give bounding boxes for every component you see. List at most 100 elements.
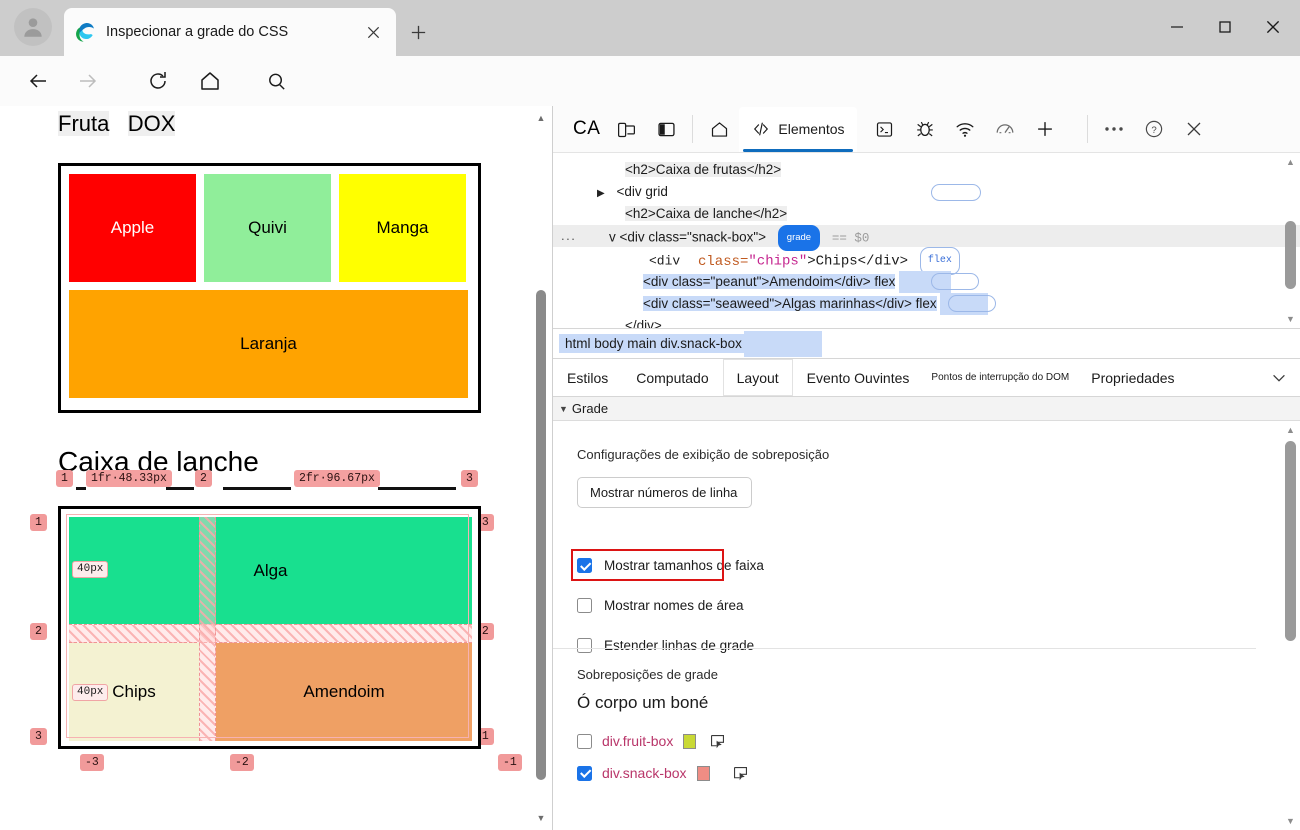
dom-row-attr-name: class= xyxy=(698,254,748,270)
overlay-row-snack-box[interactable]: div.snack-box xyxy=(577,763,752,783)
window-close-button[interactable] xyxy=(1251,10,1295,44)
layout-pane-scrollbar-thumb[interactable] xyxy=(1285,441,1296,641)
search-button[interactable] xyxy=(258,63,294,99)
sidebar-tabs-overflow-button[interactable] xyxy=(1258,359,1300,396)
overlay-name-snack-box: div.snack-box xyxy=(602,765,687,781)
dom-row[interactable]: <div class="seaweed">Algas marinhas</div… xyxy=(553,293,1300,315)
page-scrollbar-thumb[interactable] xyxy=(536,290,546,780)
dom-row[interactable]: ▶ <div grid xyxy=(553,181,1300,203)
dom-row[interactable]: <div class="peanut">Amendoim</div> flex xyxy=(553,271,1300,293)
devtools-close-button[interactable] xyxy=(1174,109,1214,149)
search-icon xyxy=(265,70,288,93)
checkbox-mostrar-tamanhos-de-faixa[interactable] xyxy=(577,558,592,573)
devtools-help-button[interactable]: ? xyxy=(1134,109,1174,149)
section-divider xyxy=(553,648,1256,649)
home-button[interactable] xyxy=(192,63,228,99)
grid-tick xyxy=(166,487,194,490)
tab-close-button[interactable] xyxy=(360,19,386,45)
dom-tree-scrollbar-thumb[interactable] xyxy=(1285,221,1296,289)
add-tool-button[interactable] xyxy=(1025,109,1065,149)
tab-computado[interactable]: Computado xyxy=(622,359,722,396)
dom-tree-pane[interactable]: <h2>Caixa de frutas</h2> ▶ <div grid <h2… xyxy=(553,153,1300,329)
dom-row-selected[interactable]: ... v <div class="snack-box"> grade == $… xyxy=(553,225,1300,247)
devtools-more-button[interactable] xyxy=(1094,109,1134,149)
reload-icon xyxy=(146,69,170,93)
scroll-down-arrow-icon[interactable]: ▼ xyxy=(1284,814,1297,828)
browser-tab[interactable]: Inspecionar a grade do CSS xyxy=(64,8,396,56)
page-viewport[interactable]: Fruta DOX Apple Quivi Manga Laranja Caix… xyxy=(0,106,552,830)
layout-pane[interactable]: Configurações de exibição de sobreposiçã… xyxy=(553,421,1300,830)
show-line-numbers-button[interactable]: Mostrar números de linha xyxy=(577,477,752,508)
new-tab-button[interactable] xyxy=(402,16,434,48)
dom-row[interactable]: <h2>Caixa de frutas</h2> xyxy=(553,159,1300,181)
grid-col-line-2: 2 xyxy=(195,470,212,487)
dom-row-text: <h2>Caixa de frutas</h2> xyxy=(625,162,781,177)
devtools-home-button[interactable] xyxy=(699,109,739,149)
page-scrollbar[interactable]: ▲ ▼ xyxy=(534,110,548,826)
dock-side-button[interactable] xyxy=(646,109,686,149)
dom-row[interactable]: <div class="chips">Chips</div> flex xyxy=(553,247,1300,271)
sidebar-tabs: Estilos Computado Layout Evento Ouvintes… xyxy=(553,359,1300,397)
dom-row-text: <div grid xyxy=(616,184,667,199)
overlay-color-swatch-fruit-box[interactable] xyxy=(683,734,696,749)
snack-box-overlay-wrap: 1 1fr·48.33px 2 2fr·96.67px 3 1 2 3 -3 -… xyxy=(58,506,483,756)
fruit-cell-manga: Manga xyxy=(339,174,466,282)
scroll-up-arrow-icon[interactable]: ▲ xyxy=(1284,423,1297,437)
arrow-right-icon xyxy=(76,69,100,93)
browser-nav-bar: https://microsoftedge.github.io/Demos/de… xyxy=(0,56,1300,106)
checkbox-estender-linhas-de-grade[interactable] xyxy=(577,638,592,653)
maximize-icon xyxy=(1217,19,1233,35)
checkbox-row-mostrar-tamanhos-de-faixa[interactable]: Mostrar tamanhos de faixa xyxy=(577,558,764,573)
dom-row[interactable]: <h2>Caixa de lanche</h2> xyxy=(553,203,1300,225)
dom-tree-scrollbar[interactable]: ▲ ▼ xyxy=(1283,155,1298,326)
tab-estilos[interactable]: Estilos xyxy=(553,359,622,396)
console-button[interactable] xyxy=(865,109,905,149)
checkbox-overlay-fruit-box[interactable] xyxy=(577,734,592,749)
close-icon xyxy=(1264,18,1282,36)
home-icon xyxy=(198,69,222,93)
fruit-box-heading: Fruta DOX xyxy=(58,111,175,137)
checkbox-mostrar-nomes-de-area[interactable] xyxy=(577,598,592,613)
dom-row-ghost-pill xyxy=(948,295,996,312)
back-button[interactable] xyxy=(20,63,56,99)
checkbox-row-estender-linhas-de-grade[interactable]: Estender linhas de grade xyxy=(577,638,754,653)
triangle-down-icon[interactable]: ▼ xyxy=(559,404,568,414)
tab-elementos[interactable]: Elementos xyxy=(739,107,856,152)
layout-pane-scrollbar[interactable]: ▲ ▼ xyxy=(1283,423,1298,828)
performance-gauge-icon xyxy=(994,118,1016,140)
performance-button[interactable] xyxy=(985,109,1025,149)
profile-avatar[interactable] xyxy=(14,8,52,46)
window-minimize-button[interactable] xyxy=(1155,10,1199,44)
grid-overlays-label: Sobreposições de grade xyxy=(577,667,718,682)
node-picker-icon xyxy=(709,733,726,750)
collapsed-triangle-icon[interactable]: ▶ xyxy=(597,188,605,199)
overlay-row-fruit-box[interactable]: div.fruit-box xyxy=(577,731,728,751)
overlay-color-swatch-snack-box[interactable] xyxy=(697,766,710,781)
network-button[interactable] xyxy=(945,109,985,149)
dock-side-icon xyxy=(656,119,677,140)
grade-section-header[interactable]: ▼ Grade xyxy=(553,397,1300,421)
devtools-toolbar: CA Elementos xyxy=(553,106,1300,153)
tab-evento-ouvintes[interactable]: Evento Ouvintes xyxy=(793,359,924,396)
fruit-heading-right: DOX xyxy=(128,111,176,136)
dom-row-gutter-menu[interactable]: ... xyxy=(561,225,576,247)
node-picker-button-snack-box[interactable] xyxy=(730,763,752,783)
device-emulation-button[interactable] xyxy=(606,109,646,149)
scroll-up-arrow-icon[interactable]: ▲ xyxy=(1284,155,1297,169)
window-maximize-button[interactable] xyxy=(1203,10,1247,44)
tab-layout[interactable]: Layout xyxy=(723,359,793,396)
breadcrumb[interactable]: html body main div.snack-box xyxy=(553,329,1300,359)
scroll-down-arrow-icon[interactable]: ▼ xyxy=(535,812,547,824)
checkbox-label-mostrar-nomes-de-area: Mostrar nomes de área xyxy=(604,598,744,613)
checkbox-row-mostrar-nomes-de-area[interactable]: Mostrar nomes de área xyxy=(577,598,744,613)
checkbox-overlay-snack-box[interactable] xyxy=(577,766,592,781)
scroll-down-arrow-icon[interactable]: ▼ xyxy=(1284,312,1297,326)
debugger-button[interactable] xyxy=(905,109,945,149)
scroll-up-arrow-icon[interactable]: ▲ xyxy=(535,112,547,124)
reload-button[interactable] xyxy=(140,63,176,99)
snack-box-inner: Alga Chips Amendoim xyxy=(69,517,472,741)
dom-row[interactable]: </div> xyxy=(553,315,1300,329)
tab-propriedades[interactable]: Propriedades xyxy=(1077,359,1188,396)
tab-pontos-de-interrupcao-do-dom[interactable]: Pontos de interrupção do DOM xyxy=(923,359,1077,396)
node-picker-button-fruit-box[interactable] xyxy=(706,731,728,751)
